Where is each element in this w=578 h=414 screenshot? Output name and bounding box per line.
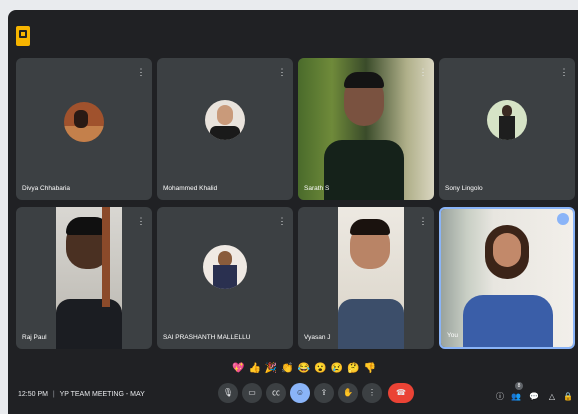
participant-name: You	[447, 332, 458, 339]
avatar	[203, 245, 247, 289]
emoji-reactions-icon[interactable]: ☺	[290, 383, 310, 403]
present-screen-icon[interactable]: ⇪	[314, 383, 334, 403]
participant-name: Sarath S	[304, 185, 330, 192]
active-speaker-icon	[557, 213, 569, 225]
participant-tile-sarath[interactable]: ⋮ Sarath S	[298, 58, 434, 200]
avatar	[487, 100, 527, 140]
mic-off-icon: ⋮	[418, 67, 428, 77]
mic-off-icon: ⋮	[559, 67, 569, 77]
reaction-thumbs-down-icon[interactable]: 👎	[364, 360, 376, 378]
mic-off-icon: ⋮	[136, 216, 146, 226]
activities-icon[interactable]: △	[546, 391, 558, 403]
info-icon[interactable]: ⓘ	[494, 391, 506, 403]
meeting-window: ⋮ Divya Chhabaria ⋮ Mohammed Khalid ⋮ Sa…	[8, 10, 578, 414]
reaction-thinking-icon[interactable]: 🤔	[347, 360, 359, 378]
participant-name: Sony Lingolo	[445, 185, 483, 192]
mic-off-icon: ⋮	[136, 67, 146, 77]
separator: |	[52, 391, 55, 398]
meeting-title: YP TEAM MEETING - MAY	[59, 391, 145, 398]
more-options-icon[interactable]: ⋮	[362, 383, 382, 403]
chat-icon[interactable]: 💬	[528, 391, 540, 403]
time: 12:50 PM	[18, 391, 48, 398]
participant-tile-raj[interactable]: ⋮ Raj Paul	[16, 207, 152, 349]
meeting-info: 12:50 PM | YP TEAM MEETING - MAY	[18, 391, 145, 398]
reaction-party-icon[interactable]: 🎉	[265, 360, 277, 378]
participant-tile-vyasan[interactable]: ⋮ Vyasan J	[298, 207, 434, 349]
host-controls-icon[interactable]: 🔒	[562, 391, 574, 403]
reaction-laugh-icon[interactable]: 😂	[298, 360, 310, 378]
participant-video	[56, 207, 122, 349]
bottom-bar: 12:50 PM | YP TEAM MEETING - MAY 🎙 ▭ ㏄ ☺…	[8, 378, 578, 414]
mic-off-icon: ⋮	[418, 216, 428, 226]
reaction-heart-icon[interactable]: 💖	[232, 360, 244, 378]
reaction-sad-icon[interactable]: 😢	[331, 360, 343, 378]
participant-video	[338, 207, 404, 349]
reaction-thumbs-up-icon[interactable]: 👍	[248, 360, 260, 378]
captions-icon[interactable]: ㏄	[266, 383, 286, 403]
participant-count-badge: 8	[515, 382, 523, 390]
participant-name: Divya Chhabaria	[22, 185, 71, 192]
participant-tile-divya[interactable]: ⋮ Divya Chhabaria	[16, 58, 152, 200]
participant-tile-self[interactable]: You	[439, 207, 575, 349]
participant-tile-sony[interactable]: ⋮ Sony Lingolo	[439, 58, 575, 200]
participant-name: Raj Paul	[22, 334, 47, 341]
people-icon[interactable]: 👥	[510, 391, 522, 403]
mic-off-icon: ⋮	[277, 67, 287, 77]
participant-video	[298, 58, 434, 200]
end-call-button[interactable]: ☎	[388, 383, 414, 403]
avatar	[205, 100, 245, 140]
participant-name: Vyasan J	[304, 334, 331, 341]
avatar	[64, 102, 104, 142]
mic-icon[interactable]: 🎙	[218, 383, 238, 403]
raise-hand-icon[interactable]: ✋	[338, 383, 358, 403]
participant-tile-sai[interactable]: ⋮ SAI PRASHANTH MALLELLU	[157, 207, 293, 349]
mic-off-icon: ⋮	[277, 216, 287, 226]
participant-name: Mohammed Khalid	[163, 185, 218, 192]
reaction-bar: 💖 👍 🎉 👏 😂 😮 😢 🤔 👎	[232, 360, 376, 378]
reaction-surprised-icon[interactable]: 😮	[314, 360, 326, 378]
reaction-clap-icon[interactable]: 👏	[281, 360, 293, 378]
notes-icon[interactable]	[16, 26, 30, 46]
participant-tile-mohammed[interactable]: ⋮ Mohammed Khalid	[157, 58, 293, 200]
participant-name: SAI PRASHANTH MALLELLU	[163, 334, 251, 341]
participant-video	[441, 209, 573, 347]
camera-icon[interactable]: ▭	[242, 383, 262, 403]
